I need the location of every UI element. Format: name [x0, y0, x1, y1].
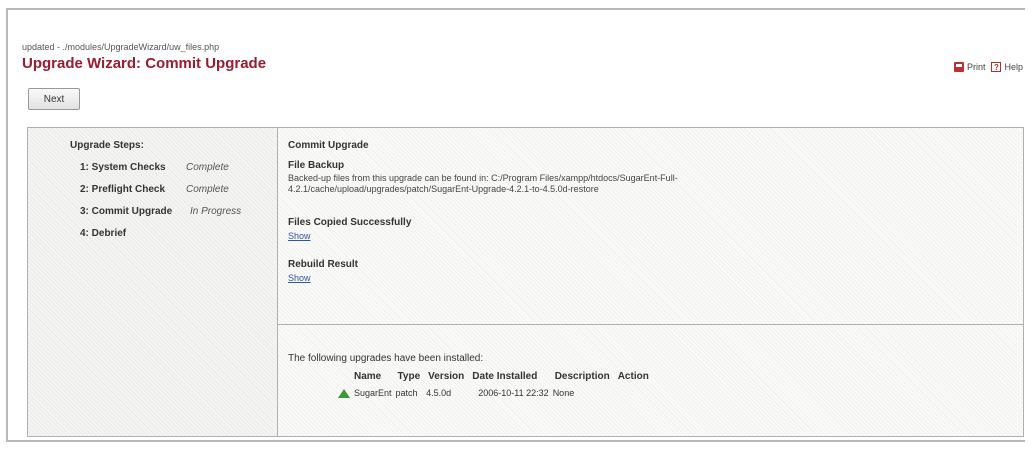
upgrade-package-icon — [338, 389, 350, 399]
step-label: 2: Preflight Check — [80, 184, 166, 195]
step-debrief: 4: Debrief — [80, 228, 126, 239]
col-version: Version — [428, 371, 465, 382]
printer-icon — [953, 62, 964, 72]
steps-sidebar: Upgrade Steps: 1: System Checks Complete… — [28, 128, 278, 436]
wizard-panel: Upgrade Steps: 1: System Checks Complete… — [27, 127, 1024, 437]
cell-description: None — [552, 388, 575, 399]
table-row: SugarEnt patch 4.5.0d 2006-10-11 22:32 N… — [336, 388, 653, 399]
col-action: Action — [617, 371, 649, 382]
col-type: Type — [397, 371, 421, 382]
step-system-checks: 1: System Checks — [80, 162, 166, 173]
help-label: Help — [1004, 62, 1023, 72]
print-link[interactable]: Print — [953, 62, 986, 72]
cell-action — [614, 388, 653, 398]
step-commit-upgrade: 3: Commit Upgrade — [80, 206, 172, 217]
installed-section: The following upgrades have been install… — [278, 325, 1023, 436]
step-status: Complete — [186, 184, 229, 195]
file-path: updated - ./modules/UpgradeWizard/uw_fil… — [22, 42, 220, 52]
page-title: Upgrade Wizard: Commit Upgrade — [22, 55, 267, 72]
commit-section: Commit Upgrade File Backup Backed-up fil… — [278, 128, 1023, 325]
step-label: 1: System Checks — [80, 162, 166, 173]
step-status: Complete — [186, 162, 229, 173]
cell-name-text: SugarEnt — [354, 388, 392, 398]
rebuild-show-link[interactable]: Show — [288, 273, 311, 283]
top-actions: Print ? Help — [953, 62, 1023, 72]
commit-heading: Commit Upgrade — [288, 140, 369, 151]
installed-intro: The following upgrades have been install… — [288, 353, 484, 364]
col-date: Date Installed — [472, 371, 538, 382]
cell-name: SugarEnt — [336, 388, 394, 399]
col-name: Name — [354, 371, 382, 382]
help-icon: ? — [991, 62, 1002, 72]
step-label: 3: Commit Upgrade — [80, 206, 173, 217]
backup-text: Backed-up files from this upgrade can be… — [288, 173, 678, 194]
step-status: In Progress — [190, 206, 242, 217]
step-label: 4: Debrief — [80, 228, 127, 239]
copied-show-link[interactable]: Show — [288, 231, 311, 241]
rebuild-heading: Rebuild Result — [288, 259, 359, 270]
help-link[interactable]: ? Help — [991, 62, 1023, 72]
print-label: Print — [966, 62, 986, 72]
table-header-row: Name Type Version Date Installed Descrip… — [336, 371, 653, 388]
col-description: Description — [554, 371, 610, 382]
cell-version: 4.5.0d — [426, 388, 452, 399]
next-button[interactable]: Next — [28, 88, 80, 110]
step-preflight-check: 2: Preflight Check — [80, 184, 165, 195]
cell-type: patch — [395, 388, 418, 399]
steps-heading: Upgrade Steps: — [70, 140, 144, 151]
installed-table: Name Type Version Date Installed Descrip… — [336, 371, 653, 399]
copied-heading: Files Copied Successfully — [288, 217, 412, 228]
cell-date: 2006-10-11 22:32 — [478, 388, 549, 399]
backup-heading: File Backup — [288, 160, 345, 171]
